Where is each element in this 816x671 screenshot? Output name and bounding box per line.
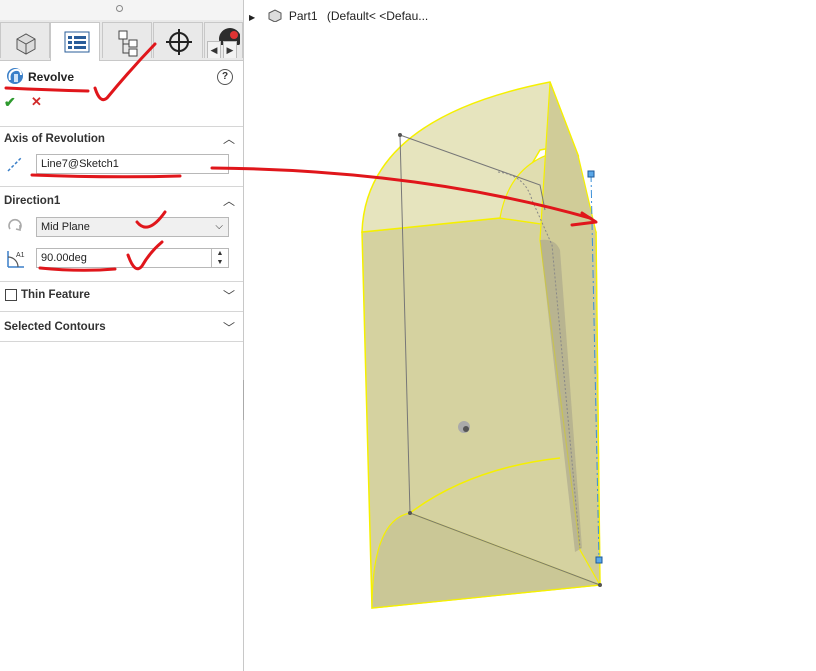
revolved-solid[interactable] (361, 81, 602, 609)
model-and-annotations (4, 42, 603, 609)
origin-marker-icon (458, 421, 470, 433)
